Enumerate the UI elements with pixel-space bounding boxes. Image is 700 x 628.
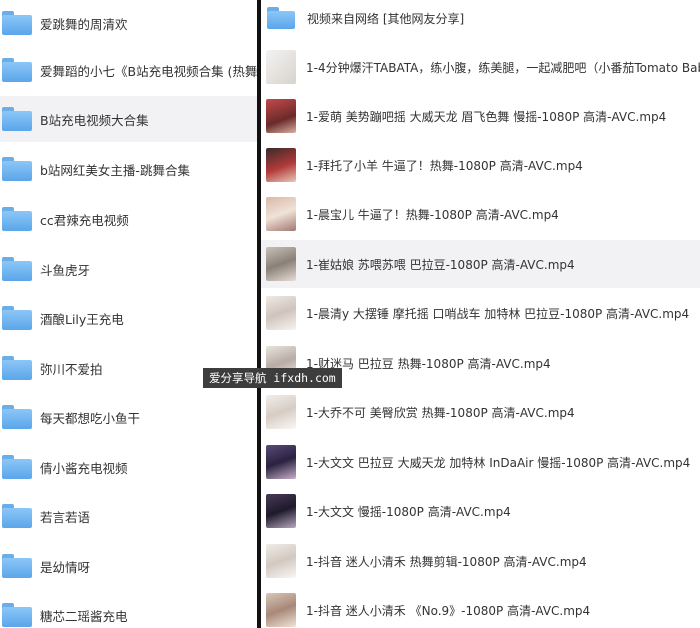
folder-row[interactable]: 爱跳舞的周清欢 bbox=[0, 0, 257, 46]
file-name: 1-崔姑娘 苏喂苏喂 巴拉豆-1080P 高清-AVC.mp4 bbox=[306, 257, 575, 272]
video-thumbnail bbox=[266, 99, 296, 133]
folder-icon bbox=[2, 257, 32, 281]
folder-icon bbox=[2, 107, 32, 131]
folder-name: 爱舞蹈的小七《B站充电视频合集 (热舞) 》 bbox=[40, 63, 257, 79]
folder-name: 糖芯二瑶酱充电 bbox=[40, 608, 128, 624]
video-thumbnail bbox=[266, 296, 296, 330]
file-row[interactable]: 1-拜托了小羊 牛逼了！热舞-1080P 高清-AVC.mp4 bbox=[261, 141, 700, 189]
folder-name: 斗鱼虎牙 bbox=[40, 262, 91, 278]
folder-name: 爱跳舞的周清欢 bbox=[40, 16, 128, 32]
left-folder-pane: 爱跳舞的周清欢 爱舞蹈的小七《B站充电视频合集 (热舞) 》 B站充电视频大合集… bbox=[0, 0, 257, 628]
folder-icon bbox=[2, 455, 32, 479]
video-thumbnail bbox=[266, 445, 296, 479]
file-row[interactable]: 1-大文文 巴拉豆 大威天龙 加特林 InDaAir 慢摇-1080P 高清-A… bbox=[261, 438, 700, 486]
folder-name: B站充电视频大合集 bbox=[40, 112, 149, 128]
file-name: 1-大乔不可 美臀欣赏 热舞-1080P 高清-AVC.mp4 bbox=[306, 405, 575, 420]
file-name: 1-大文文 慢摇-1080P 高清-AVC.mp4 bbox=[306, 504, 511, 519]
folder-name: 每天都想吃小鱼干 bbox=[40, 410, 141, 426]
folder-row[interactable]: 倩小酱充电视频 bbox=[0, 444, 257, 490]
file-row[interactable]: 1-晨宝儿 牛逼了！热舞-1080P 高清-AVC.mp4 bbox=[261, 190, 700, 238]
folder-icon bbox=[2, 207, 32, 231]
folder-icon bbox=[2, 157, 32, 181]
folder-row[interactable]: 爱舞蹈的小七《B站充电视频合集 (热舞) 》 bbox=[0, 47, 257, 93]
file-name: 1-大文文 巴拉豆 大威天龙 加特林 InDaAir 慢摇-1080P 高清-A… bbox=[306, 455, 691, 470]
file-name: 1-晨清y 大摆锤 摩托摇 口哨战车 加特林 巴拉豆-1080P 高清-AVC.… bbox=[306, 306, 690, 321]
file-row[interactable]: 1-4分钟爆汗TABATA，练小腹，练美腿，一起减肥吧（小番茄Tomato Ba… bbox=[261, 43, 700, 91]
folder-icon bbox=[2, 504, 32, 528]
video-thumbnail bbox=[266, 50, 296, 84]
video-thumbnail bbox=[266, 593, 296, 627]
file-row[interactable]: 1-抖音 迷人小清禾 《No.9》-1080P 高清-AVC.mp4 bbox=[261, 586, 700, 628]
folder-row[interactable]: 糖芯二瑶酱充电 bbox=[0, 592, 257, 628]
folder-icon bbox=[2, 306, 32, 330]
folder-icon bbox=[2, 603, 32, 627]
file-row[interactable]: 1-晨清y 大摆锤 摩托摇 口哨战车 加特林 巴拉豆-1080P 高清-AVC.… bbox=[261, 289, 700, 337]
folder-name: b站网红美女主播-跳舞合集 bbox=[40, 162, 190, 178]
folder-row[interactable]: cc君辣充电视频 bbox=[0, 196, 257, 242]
folder-name: 视频来自网络 [其他网友分享] bbox=[307, 11, 465, 26]
right-file-pane: 视频来自网络 [其他网友分享] 1-4分钟爆汗TABATA，练小腹，练美腿，一起… bbox=[261, 0, 700, 628]
file-name: 1-爱萌 美势蹦吧摇 大威天龙 眉飞色舞 慢摇-1080P 高清-AVC.mp4 bbox=[306, 109, 667, 124]
folder-icon bbox=[2, 356, 32, 380]
video-thumbnail bbox=[266, 247, 296, 281]
folder-row[interactable]: b站网红美女主播-跳舞合集 bbox=[0, 146, 257, 192]
folder-icon bbox=[2, 554, 32, 578]
video-thumbnail bbox=[266, 197, 296, 231]
file-row[interactable]: 1-崔姑娘 苏喂苏喂 巴拉豆-1080P 高清-AVC.mp4 bbox=[261, 240, 700, 288]
file-row[interactable]: 1-抖音 迷人小清禾 热舞剪辑-1080P 高清-AVC.mp4 bbox=[261, 537, 700, 585]
folder-row[interactable]: 每天都想吃小鱼干 bbox=[0, 394, 257, 440]
file-name: 1-财迷马 巴拉豆 热舞-1080P 高清-AVC.mp4 bbox=[306, 356, 551, 371]
folder-row[interactable]: 是幼情呀 bbox=[0, 543, 257, 589]
folder-name: 酒酿Lily王充电 bbox=[40, 311, 124, 327]
file-row[interactable]: 1-大文文 慢摇-1080P 高清-AVC.mp4 bbox=[261, 487, 700, 535]
folder-icon bbox=[267, 7, 295, 29]
folder-name: cc君辣充电视频 bbox=[40, 212, 129, 228]
file-name: 1-抖音 迷人小清禾 热舞剪辑-1080P 高清-AVC.mp4 bbox=[306, 554, 587, 569]
folder-row[interactable]: 酒酿Lily王充电 bbox=[0, 295, 257, 341]
file-name: 1-晨宝儿 牛逼了！热舞-1080P 高清-AVC.mp4 bbox=[306, 207, 559, 222]
folder-row[interactable]: B站充电视频大合集 bbox=[0, 96, 257, 142]
video-thumbnail bbox=[266, 148, 296, 182]
folder-row[interactable]: 斗鱼虎牙 bbox=[0, 246, 257, 292]
file-row[interactable]: 1-爱萌 美势蹦吧摇 大威天龙 眉飞色舞 慢摇-1080P 高清-AVC.mp4 bbox=[261, 92, 700, 140]
file-name: 1-4分钟爆汗TABATA，练小腹，练美腿，一起减肥吧（小番茄Tomato Ba… bbox=[306, 60, 700, 75]
video-thumbnail bbox=[266, 494, 296, 528]
file-name: 1-拜托了小羊 牛逼了！热舞-1080P 高清-AVC.mp4 bbox=[306, 158, 583, 173]
site-watermark: 爱分享导航 ifxdh.com bbox=[203, 368, 342, 388]
folder-icon bbox=[2, 405, 32, 429]
video-thumbnail bbox=[266, 544, 296, 578]
folder-name: 是幼情呀 bbox=[40, 559, 91, 575]
folder-row[interactable]: 视频来自网络 [其他网友分享] bbox=[261, 0, 700, 36]
folder-name: 倩小酱充电视频 bbox=[40, 460, 128, 476]
file-row[interactable]: 1-大乔不可 美臀欣赏 热舞-1080P 高清-AVC.mp4 bbox=[261, 388, 700, 436]
folder-row[interactable]: 若言若语 bbox=[0, 493, 257, 539]
file-name: 1-抖音 迷人小清禾 《No.9》-1080P 高清-AVC.mp4 bbox=[306, 603, 591, 618]
folder-icon bbox=[2, 58, 32, 82]
folder-name: 若言若语 bbox=[40, 509, 91, 525]
video-thumbnail bbox=[266, 395, 296, 429]
folder-name: 弥川不爱拍 bbox=[40, 361, 103, 377]
folder-icon bbox=[2, 11, 32, 35]
